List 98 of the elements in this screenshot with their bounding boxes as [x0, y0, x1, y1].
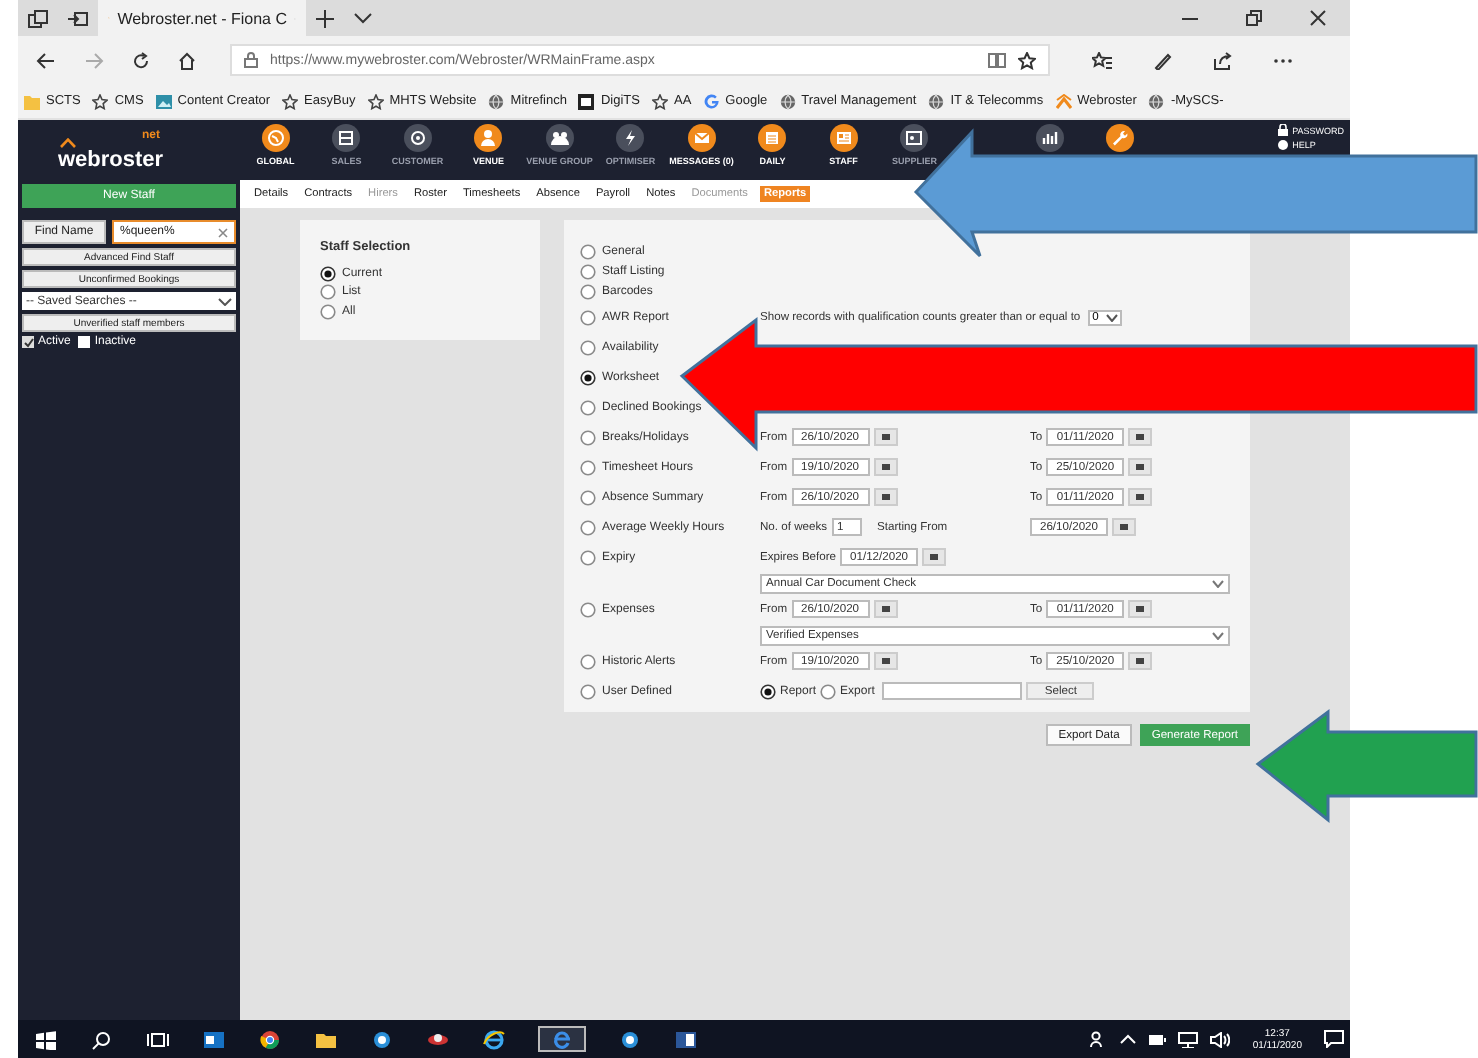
menu-circle-icon[interactable]	[474, 124, 503, 152]
radio-button[interactable]	[580, 459, 596, 475]
chevron-down-icon	[1106, 313, 1119, 321]
mail-app-icon[interactable]	[202, 1029, 226, 1049]
tab-title: Webroster.net - Fiona C	[117, 9, 287, 27]
clear-icon[interactable]	[218, 227, 228, 237]
close-icon[interactable]	[1310, 10, 1326, 26]
calendar-button[interactable]	[873, 458, 898, 476]
folder-icon[interactable]	[314, 1029, 338, 1049]
browser-app-icon[interactable]	[258, 1029, 282, 1049]
menu-circle-icon[interactable]	[687, 124, 716, 152]
radio-button[interactable]	[820, 683, 837, 699]
new-tab-icon[interactable]	[316, 9, 334, 27]
text-field[interactable]	[882, 682, 1023, 700]
calendar-button[interactable]	[873, 652, 898, 670]
webroster-logo-icon	[1055, 93, 1072, 109]
star-icon	[92, 93, 109, 109]
network-icon[interactable]	[1178, 1031, 1199, 1047]
radio-button[interactable]	[580, 601, 596, 617]
windows-icon[interactable]	[34, 1029, 58, 1049]
e-app-icon[interactable]	[538, 1026, 586, 1052]
tab-aside-icon[interactable]	[68, 9, 88, 27]
speaker-icon[interactable]	[1210, 1031, 1231, 1047]
refresh-icon[interactable]	[132, 51, 150, 69]
radio-button[interactable]	[580, 264, 596, 280]
star-icon	[367, 93, 384, 109]
reading-view-icon[interactable]	[988, 52, 1006, 68]
radio-button[interactable]	[580, 369, 596, 385]
pen-icon[interactable]	[1154, 51, 1172, 69]
lock-icon	[244, 52, 258, 68]
radio-button[interactable]	[580, 309, 596, 325]
radio-button[interactable]	[580, 683, 596, 699]
calendar-button[interactable]	[922, 548, 947, 566]
wrench-icon[interactable]	[1106, 124, 1135, 152]
globe-icon	[1148, 93, 1165, 109]
globe-icon	[488, 93, 505, 109]
chevron-up-icon[interactable]	[1120, 1034, 1137, 1044]
radio-button[interactable]	[320, 284, 336, 300]
star-icon	[282, 93, 299, 109]
folder-icon	[24, 93, 40, 109]
share-icon[interactable]	[1214, 51, 1232, 69]
home-icon[interactable]	[178, 51, 196, 69]
globe-icon	[779, 93, 796, 109]
satellite-app-icon[interactable]	[426, 1029, 450, 1049]
favorite-star-icon[interactable]	[1018, 51, 1036, 69]
task-view-icon[interactable]	[146, 1029, 170, 1049]
radio-button[interactable]	[580, 399, 596, 415]
g-logo-icon	[703, 93, 720, 109]
radio-button[interactable]	[580, 244, 596, 260]
menu-circle-icon[interactable]	[829, 124, 858, 152]
radio-button[interactable]	[580, 489, 596, 505]
browser-tab[interactable]: Webroster.net - Fiona C	[98, 0, 306, 36]
calendar-button[interactable]	[1112, 518, 1136, 536]
radio-button[interactable]	[320, 303, 336, 319]
checkbox[interactable]	[78, 336, 91, 348]
chevron-down-icon	[1212, 631, 1224, 639]
chevron-down-icon[interactable]	[354, 12, 372, 24]
chevron-down-icon	[218, 297, 232, 305]
roof-icon	[60, 138, 76, 148]
calendar-button[interactable]	[1128, 600, 1153, 618]
radio-button[interactable]	[580, 284, 596, 300]
square-icon	[578, 93, 595, 109]
radio-button[interactable]	[320, 265, 336, 281]
more-icon[interactable]	[1274, 57, 1292, 63]
radio-button[interactable]	[580, 653, 596, 669]
lock-icon	[1278, 124, 1289, 136]
document-app-icon[interactable]	[674, 1029, 698, 1049]
tabs-icon[interactable]	[28, 9, 48, 27]
restore-icon[interactable]	[1246, 10, 1262, 26]
star-icon	[652, 93, 668, 109]
back-icon[interactable]	[36, 51, 56, 69]
notifications-icon[interactable]	[1324, 1030, 1344, 1048]
chat-app-icon[interactable]	[618, 1029, 642, 1049]
radio-button[interactable]	[580, 339, 596, 355]
e-app-icon[interactable]	[482, 1029, 506, 1049]
globe-icon	[928, 93, 945, 109]
radio-button[interactable]	[760, 683, 776, 699]
menu-circle-icon[interactable]	[758, 124, 787, 152]
radio-button[interactable]	[580, 429, 596, 445]
calendar-button[interactable]	[1128, 652, 1153, 670]
favorites-icon[interactable]	[1092, 51, 1112, 69]
image-icon	[155, 93, 172, 109]
calendar-button[interactable]	[1128, 488, 1153, 506]
battery-icon[interactable]	[1148, 1033, 1167, 1045]
check-icon	[23, 337, 33, 347]
help-icon	[1278, 140, 1289, 150]
chevron-down-icon	[1212, 579, 1224, 587]
calendar-button[interactable]	[873, 600, 898, 618]
calendar-button[interactable]	[1128, 458, 1153, 476]
calendar-button[interactable]	[873, 428, 898, 446]
search-icon[interactable]	[90, 1029, 114, 1049]
chat-app-icon[interactable]	[370, 1029, 394, 1049]
menu-circle-icon[interactable]	[261, 124, 290, 152]
checkbox[interactable]	[22, 336, 34, 348]
calendar-button[interactable]	[873, 488, 898, 506]
calendar-button[interactable]	[1128, 428, 1153, 446]
radio-button[interactable]	[580, 519, 596, 535]
radio-button[interactable]	[580, 549, 596, 565]
